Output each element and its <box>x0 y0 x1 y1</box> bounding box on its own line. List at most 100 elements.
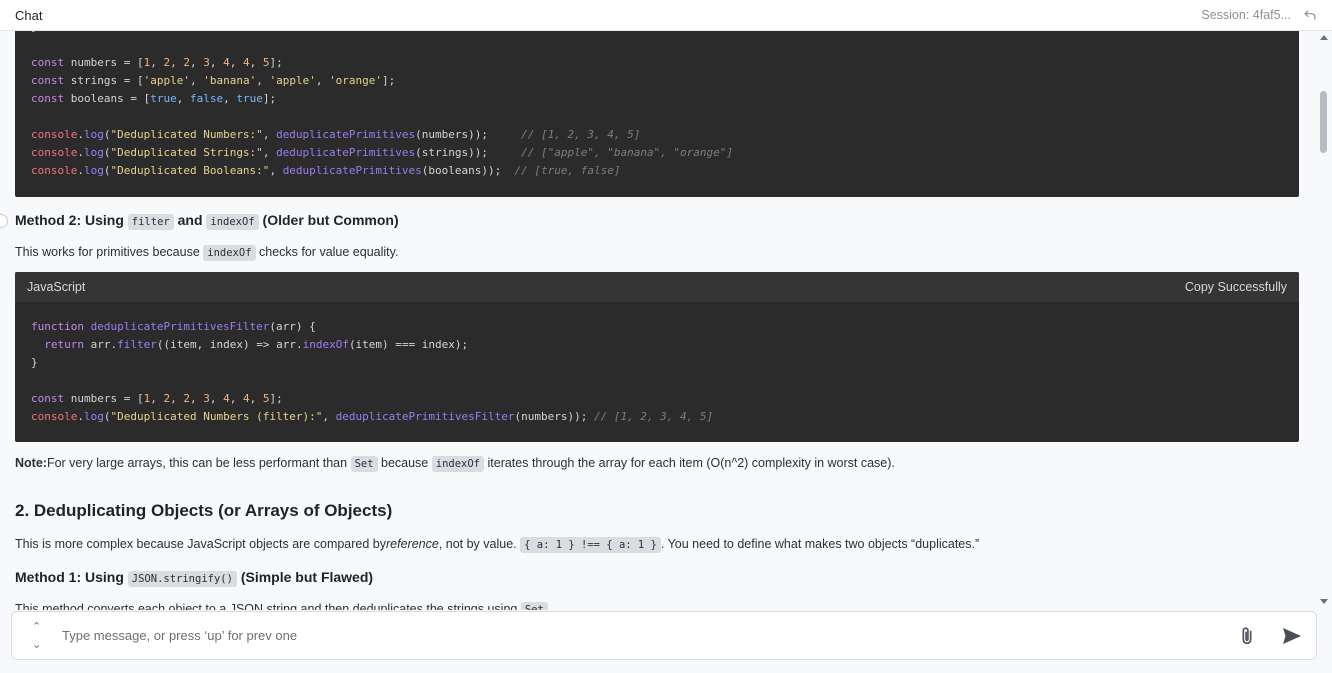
code-token: true <box>236 92 263 105</box>
history-down-icon[interactable]: ⌄ <box>32 638 41 651</box>
code-token: , <box>229 392 243 405</box>
code-token: 3 <box>203 392 210 405</box>
code-token: , <box>209 392 224 405</box>
code-token: true <box>150 92 177 105</box>
code-token: filter <box>117 338 157 351</box>
code-header: JavaScript Copy Successfully <box>15 272 1299 302</box>
code-line: console.log("Deduplicated Numbers (filte… <box>31 408 1283 426</box>
code-token: // [1, 2, 3, 4, 5] <box>521 128 641 141</box>
scroll-up-arrow-icon[interactable] <box>1320 35 1328 40</box>
code-token: 4 <box>223 56 230 69</box>
code-line: } <box>31 354 1283 372</box>
paragraph-text: For very large arrays, this can be less … <box>46 456 351 470</box>
code-token: // [1, 2, 3, 4, 5] <box>593 410 714 423</box>
code-token: 2 <box>183 392 190 405</box>
share-icon[interactable] <box>1303 8 1317 22</box>
section-2-title: 2. Deduplicating Objects (or Arrays of O… <box>15 501 393 520</box>
code-token: . <box>77 410 84 423</box>
code-token: "Deduplicated Booleans:" <box>110 164 270 177</box>
paragraph-text: , not by value. <box>438 537 521 551</box>
code-token: , <box>150 56 164 69</box>
paragraph-text: This method converts each object to a JS… <box>15 602 521 610</box>
code-token: (strings)); <box>415 146 522 159</box>
heading-text: (Older but Common) <box>258 212 399 228</box>
code-token: deduplicatePrimitives <box>276 128 416 141</box>
code-token: deduplicatePrimitivesFilter <box>90 320 270 333</box>
code-token: } <box>31 356 38 369</box>
method-1-description: This method converts each object to a JS… <box>15 602 548 610</box>
inline-code-json-stringify: JSON.stringify() <box>127 571 237 587</box>
code-token: (arr) { <box>269 320 316 333</box>
heading-method-2: Method 2: Using filter and indexOf (Olde… <box>15 212 399 230</box>
code-token: , <box>229 56 243 69</box>
code-token: (numbers)); <box>415 128 522 141</box>
code-token: console <box>31 146 78 159</box>
code-line: const numbers = [1, 2, 2, 3, 4, 4, 5]; <box>31 390 1283 408</box>
code-token: (item) === index); <box>348 338 469 351</box>
scroll-down-arrow-icon[interactable] <box>1320 599 1328 604</box>
code-token: log <box>83 146 104 159</box>
code-token: , <box>170 56 184 69</box>
code-token: 3 <box>203 56 210 69</box>
code-token: const <box>31 56 65 69</box>
send-icon[interactable] <box>1280 624 1304 648</box>
session-label[interactable]: Session: 4faf5... <box>1201 8 1291 22</box>
code-token: . <box>77 164 84 177</box>
code-token: 'orange' <box>329 74 383 87</box>
code-token: , <box>223 92 237 105</box>
emphasis-text: reference <box>386 537 439 551</box>
performance-note: Note:For very large arrays, this can be … <box>15 456 895 472</box>
paragraph-text: iterates through the array for each item… <box>484 456 895 470</box>
code-token: return <box>44 338 84 351</box>
vertical-scrollbar[interactable] <box>1316 31 1332 610</box>
copy-button[interactable]: Copy Successfully <box>1185 280 1287 294</box>
heading-text: and <box>173 212 207 228</box>
code-token: console <box>31 128 78 141</box>
code-token: ]; <box>262 92 277 105</box>
code-token: const <box>31 92 65 105</box>
paperclip-icon[interactable] <box>1236 625 1258 647</box>
code-token: booleans = [ <box>64 92 151 105</box>
section-2-description: This is more complex because JavaScript … <box>15 537 980 553</box>
code-token: 'banana' <box>203 74 257 87</box>
code-token: function <box>31 320 84 333</box>
code-token: 4 <box>242 56 250 69</box>
paragraph-text: This is more complex because JavaScript … <box>15 537 386 551</box>
method-2-description: This works for primitives because indexO… <box>15 245 398 261</box>
code-language-label: JavaScript <box>27 280 86 294</box>
code-token: , <box>249 56 263 69</box>
code-token: 2 <box>183 56 190 69</box>
code-line: const numbers = [1, 2, 2, 3, 4, 4, 5]; <box>31 54 1283 72</box>
code-token: , <box>262 128 277 141</box>
code-block-filter: JavaScript Copy Successfully function de… <box>15 272 1299 442</box>
code-token: deduplicatePrimitives <box>276 146 416 159</box>
code-token: numbers = [ <box>64 56 144 69</box>
inline-code-set: Set <box>350 456 378 472</box>
code-token: 4 <box>223 392 230 405</box>
code-token: , <box>170 392 184 405</box>
code-block-primitives-set: }const numbers = [1, 2, 2, 3, 4, 4, 5];c… <box>15 31 1299 197</box>
code-line: const strings = ['apple', 'banana', 'app… <box>31 72 1283 90</box>
code-line: return arr.filter((item, index) => arr.i… <box>31 336 1283 354</box>
code-token: , <box>249 392 263 405</box>
paragraph-text: because <box>377 456 432 470</box>
history-up-icon[interactable]: ⌃ <box>32 620 41 633</box>
code-token: , <box>189 74 204 87</box>
scrollbar-thumb[interactable] <box>1320 91 1327 153</box>
code-line: console.log("Deduplicated Strings:", ded… <box>31 144 1283 162</box>
code-token: ((item, index) => arr. <box>156 338 303 351</box>
heading-text: (Simple but Flawed) <box>236 569 374 585</box>
code-token: (booleans)); <box>421 164 515 177</box>
inline-code-indexof: indexOf <box>203 245 256 261</box>
code-token: // ["apple", "banana", "orange"] <box>521 146 734 159</box>
paragraph-text: . You need to define what makes two obje… <box>660 537 980 551</box>
code-token: false <box>189 92 224 105</box>
message-input[interactable] <box>57 628 1236 643</box>
code-token: , <box>262 146 277 159</box>
code-token: , <box>176 92 190 105</box>
